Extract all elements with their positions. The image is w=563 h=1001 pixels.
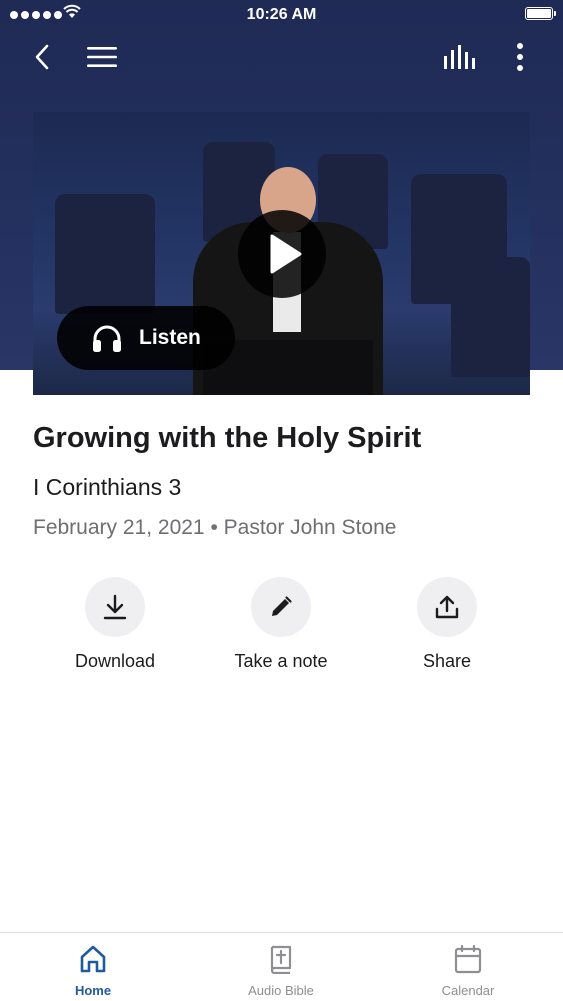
download-icon bbox=[103, 594, 127, 620]
share-icon bbox=[435, 595, 459, 619]
share-button[interactable]: Share bbox=[367, 577, 527, 672]
take-note-circle bbox=[251, 577, 311, 637]
speaker-name: Pastor John Stone bbox=[223, 516, 397, 539]
status-bar: 10:26 AM bbox=[0, 0, 563, 30]
tab-calendar[interactable]: Calendar bbox=[393, 933, 543, 1001]
headphones-icon bbox=[93, 325, 121, 352]
tab-bar: Home Audio Bible Calendar bbox=[0, 932, 563, 1001]
play-icon bbox=[270, 234, 302, 274]
video-chair bbox=[55, 194, 155, 314]
status-time: 10:26 AM bbox=[246, 6, 317, 23]
sermon-video[interactable]: Listen bbox=[33, 112, 530, 395]
listen-label: Listen bbox=[139, 326, 201, 349]
hamburger-menu-icon bbox=[87, 47, 117, 67]
menu-button[interactable] bbox=[84, 40, 120, 74]
pencil-icon bbox=[272, 596, 292, 616]
chevron-left-icon bbox=[35, 44, 49, 70]
audio-levels-icon bbox=[444, 45, 475, 69]
more-button[interactable] bbox=[506, 40, 534, 74]
download-label: Download bbox=[74, 651, 156, 671]
download-button[interactable]: Download bbox=[35, 577, 195, 672]
audio-button[interactable] bbox=[440, 40, 480, 74]
bible-icon bbox=[270, 945, 292, 974]
tab-calendar-label: Calendar bbox=[441, 983, 495, 998]
meta-separator: • bbox=[210, 516, 218, 539]
tab-home-label: Home bbox=[74, 983, 112, 998]
tab-audio-bible[interactable]: Audio Bible bbox=[206, 933, 356, 1001]
action-row: Download Take a note Share bbox=[0, 577, 563, 687]
take-note-button[interactable]: Take a note bbox=[201, 577, 361, 672]
home-icon bbox=[80, 945, 106, 973]
sermon-meta: February 21, 2021 • Pastor John Stone bbox=[33, 516, 396, 540]
share-circle bbox=[417, 577, 477, 637]
tab-home[interactable]: Home bbox=[18, 933, 168, 1001]
scripture-passage: I Corinthians 3 bbox=[33, 474, 182, 500]
sermon-title: Growing with the Holy Spirit bbox=[33, 422, 422, 454]
battery-icon bbox=[525, 7, 556, 20]
back-button[interactable] bbox=[24, 40, 60, 74]
sermon-date: February 21, 2021 bbox=[33, 516, 205, 539]
play-button[interactable] bbox=[238, 210, 326, 298]
take-note-label: Take a note bbox=[234, 651, 328, 671]
tab-audio-bible-label: Audio Bible bbox=[248, 983, 314, 998]
video-chair bbox=[451, 257, 530, 377]
listen-button[interactable]: Listen bbox=[57, 306, 235, 370]
more-vertical-icon bbox=[517, 43, 523, 71]
share-label: Share bbox=[422, 651, 472, 671]
download-circle bbox=[85, 577, 145, 637]
calendar-icon bbox=[454, 944, 482, 974]
